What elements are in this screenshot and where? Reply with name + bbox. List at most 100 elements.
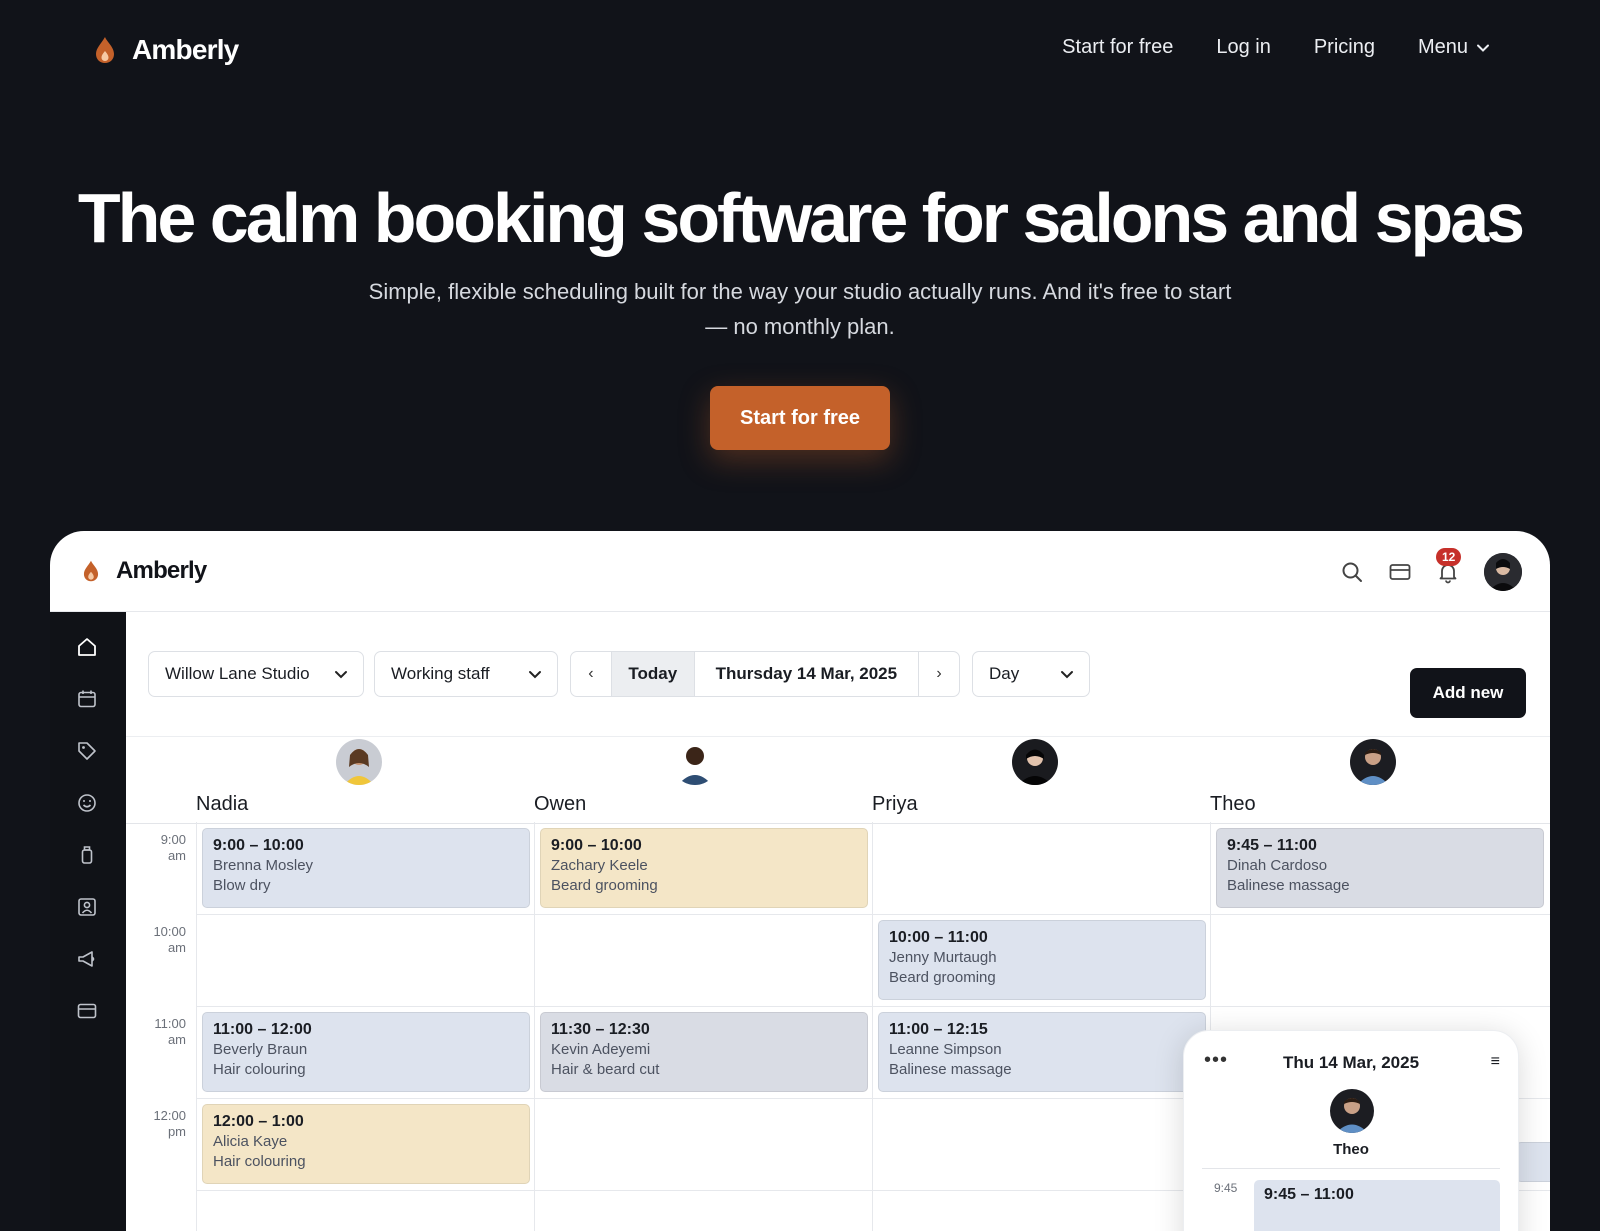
sidebar-home[interactable]	[76, 636, 100, 660]
appointment-card[interactable]: 9:00 – 10:00 Zachary Keele Beard groomin…	[540, 828, 868, 908]
flame-icon	[96, 37, 114, 63]
hamburger-menu-icon[interactable]: ≡	[1491, 1053, 1500, 1071]
appointment-card-partial[interactable]	[1516, 1142, 1550, 1182]
avatar-image	[1484, 553, 1522, 591]
staff-filter-value: Working staff	[391, 664, 490, 683]
time-label: 10:00 am	[153, 924, 186, 955]
staff-avatar[interactable]	[1350, 739, 1396, 785]
appointment-time: 11:00 – 12:00	[213, 1021, 312, 1038]
user-card-icon	[78, 898, 96, 916]
time-label: 9:00 am	[160, 832, 186, 863]
appointment-card[interactable]: 9:45 – 11:00 Dinah Cardoso Balinese mass…	[1216, 828, 1544, 908]
staff-column-header: Owen	[464, 737, 802, 823]
smile-icon	[78, 794, 96, 812]
header-actions: 12	[1340, 548, 1522, 591]
search-button[interactable]	[1340, 560, 1364, 584]
avatar-image	[336, 739, 382, 785]
mobile-time-label: 9:45	[1214, 1181, 1238, 1195]
appointment-service: Hair colouring	[213, 1061, 306, 1078]
hero-subtitle: Simple, flexible scheduling built for th…	[368, 279, 1232, 339]
grid-row-line	[196, 1006, 1550, 1007]
app-preview: Amberly 12 Willow Lane Studio Working st…	[50, 531, 1550, 1231]
prev-day-button[interactable]: ‹	[571, 652, 612, 696]
chevron-down-icon	[1477, 44, 1489, 52]
credit-card-icon	[77, 1003, 97, 1019]
staff-avatar[interactable]	[1012, 739, 1058, 785]
sidebar-clients[interactable]	[76, 792, 100, 816]
current-date[interactable]: Thursday 14 Mar, 2025	[695, 652, 920, 696]
nav-pricing-link[interactable]: Pricing	[1314, 36, 1375, 59]
staff-name: Nadia	[196, 793, 249, 815]
mobile-date: Thu 14 Mar, 2025	[1282, 1053, 1420, 1072]
staff-filter-select[interactable]: Working staff	[374, 651, 558, 697]
today-button[interactable]: Today	[611, 652, 695, 696]
appointment-card[interactable]: 9:00 – 10:00 Brenna Mosley Blow dry	[202, 828, 530, 908]
appointment-service: Hair colouring	[213, 1153, 306, 1170]
staff-avatar[interactable]	[672, 739, 718, 785]
appointment-time: 10:00 – 11:00	[889, 929, 988, 946]
appointment-client: Leanne Simpson	[889, 1041, 1002, 1058]
grid-column-line	[196, 822, 197, 1231]
add-new-button[interactable]: Add new	[1410, 668, 1526, 718]
appointment-client: Kevin Adeyemi	[551, 1041, 651, 1058]
sidebar-sales[interactable]	[76, 740, 100, 764]
appointment-time: 9:45 – 11:00	[1227, 837, 1317, 854]
staff-column-header: Nadia	[126, 737, 464, 823]
appointment-card[interactable]: 12:00 – 1:00 Alicia Kaye Hair colouring	[202, 1104, 530, 1184]
calendar-icon	[78, 690, 96, 708]
sidebar-calendar[interactable]	[76, 688, 100, 712]
sidebar-marketing[interactable]	[76, 948, 100, 972]
appointment-client: Dinah Cardoso	[1227, 857, 1328, 874]
app-brand-name: Amberly	[116, 557, 207, 584]
site-logo[interactable]: Amberly	[94, 34, 239, 66]
home-icon	[78, 638, 96, 656]
sidebar-payments[interactable]	[76, 1000, 100, 1024]
time-label: 11:00 am	[154, 1016, 186, 1047]
sidebar-team[interactable]	[76, 896, 100, 920]
next-day-button[interactable]: ›	[919, 652, 959, 696]
avatar-image	[1012, 739, 1058, 785]
app-logo[interactable]: Amberly	[82, 557, 207, 585]
appointment-card[interactable]: 11:00 – 12:00 Beverly Braun Hair colouri…	[202, 1012, 530, 1092]
avatar-image	[672, 739, 718, 785]
appointment-time: 9:45 – 11:00	[1264, 1186, 1354, 1203]
nav-login-link[interactable]: Log in	[1216, 36, 1271, 59]
sidebar-products[interactable]	[76, 844, 100, 868]
chevron-down-icon	[1061, 671, 1073, 679]
menu-label: Menu	[1417, 36, 1468, 58]
user-avatar[interactable]	[1484, 553, 1522, 591]
appointment-card[interactable]: 10:00 – 11:00 Jenny Murtaugh Beard groom…	[878, 920, 1206, 1000]
chevron-down-icon	[529, 671, 541, 679]
top-nav: Amberly Start for free Log in Pricing Me…	[0, 0, 1600, 104]
time-label: 12:00 pm	[153, 1108, 186, 1139]
appointment-client: Alicia Kaye	[213, 1133, 288, 1150]
chevron-down-icon	[335, 671, 347, 679]
appointment-client: Jenny Murtaugh	[889, 949, 997, 966]
nav-start-for-free-link[interactable]: Start for free	[1062, 36, 1173, 59]
payments-button[interactable]	[1388, 560, 1412, 584]
mobile-appointment-card[interactable]: 9:45 – 11:00	[1254, 1180, 1500, 1231]
appointment-service: Blow dry	[213, 877, 271, 894]
nav-menu-button[interactable]: Menu	[1418, 36, 1490, 59]
nav-links: Start for free Log in Pricing Menu	[1062, 36, 1490, 59]
staff-column-header: Theo	[1140, 737, 1478, 823]
location-select-value: Willow Lane Studio	[165, 664, 310, 683]
staff-name: Owen	[534, 793, 587, 815]
notifications-button[interactable]: 12	[1436, 548, 1462, 584]
avatar-image	[1350, 739, 1396, 785]
hero-start-button[interactable]: Start for free	[710, 386, 890, 450]
staff-name: Theo	[1210, 793, 1256, 815]
staff-avatar[interactable]	[336, 739, 382, 785]
location-select[interactable]: Willow Lane Studio	[148, 651, 364, 697]
appointment-service: Beard grooming	[889, 969, 996, 986]
divider	[1202, 1168, 1500, 1169]
appointment-time: 12:00 – 1:00	[213, 1113, 304, 1130]
flame-icon	[83, 560, 99, 582]
view-select[interactable]: Day	[972, 651, 1090, 697]
appointment-card[interactable]: 11:00 – 12:15 Leanne Simpson Balinese ma…	[878, 1012, 1206, 1092]
mobile-preview: ••• Thu 14 Mar, 2025 ≡ Theo 9:45 9:45 – …	[1183, 1030, 1519, 1231]
appointment-time: 9:00 – 10:00	[213, 837, 304, 854]
appointment-service: Beard grooming	[551, 877, 658, 894]
mobile-staff-avatar[interactable]	[1330, 1089, 1374, 1133]
appointment-card[interactable]: 11:30 – 12:30 Kevin Adeyemi Hair & beard…	[540, 1012, 868, 1092]
